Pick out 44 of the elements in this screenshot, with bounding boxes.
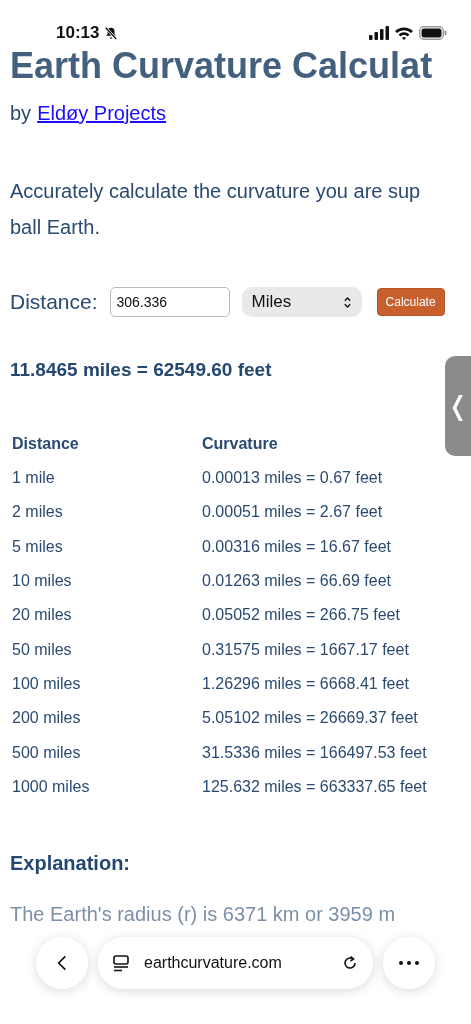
page-title: Earth Curvature Calculat	[10, 44, 433, 88]
table-cell-text: 1.26296 miles = 6668.41 feet	[201, 673, 410, 694]
explanation-text: The Earth's radius (r) is 6371 km or 3959 m	[10, 902, 397, 926]
table-cell-text: 0.00013 miles = 0.67 feet	[201, 468, 384, 489]
more-icon	[399, 961, 419, 965]
section-heading: Explanation:	[10, 851, 131, 875]
address-bar[interactable]: earthcurvature.com	[98, 937, 373, 989]
table-cell-text: 200 miles	[11, 708, 82, 729]
chevron-icon	[342, 295, 352, 309]
table-cell-text: 20 miles	[11, 605, 73, 626]
url-text: earthcurvature.com	[144, 954, 283, 972]
author-link[interactable]: Eldøy Projects	[37, 102, 167, 125]
table-cell-text: 0.00316 miles = 16.67 feet	[201, 536, 393, 557]
wifi-icon	[394, 26, 414, 40]
table-cell-text: 2 miles	[11, 502, 64, 523]
reload-icon[interactable]	[341, 954, 359, 972]
table-cell-text: 100 miles	[11, 673, 82, 694]
distance-label: Distance:	[10, 290, 98, 314]
distance-field[interactable]: 306.336	[109, 287, 230, 317]
page-menu-icon[interactable]	[112, 954, 130, 972]
column-header: Distance	[11, 434, 80, 454]
calculate-button[interactable]: Calculate	[376, 288, 445, 316]
result-text: 11.8465 miles = 62549.60 feet	[10, 359, 273, 381]
table-cell-text: 0.31575 miles = 1667.17 feet	[201, 639, 410, 660]
column-header: Curvature	[201, 434, 279, 454]
table-cell-text: 500 miles	[11, 742, 82, 763]
table-cell-text: 0.00051 miles = 2.67 feet	[201, 502, 384, 523]
table-cell-text: 5 miles	[11, 536, 64, 557]
table-cell-text: 50 miles	[11, 639, 73, 660]
table-cell-text: 1000 miles	[11, 776, 91, 797]
signal-icon	[369, 26, 389, 40]
table-cell-text: 1 mile	[11, 468, 56, 489]
unit-dropdown[interactable]: Miles	[241, 287, 362, 317]
table-cell-text: 31.5336 miles = 166497.53 feet	[201, 742, 427, 763]
table-cell-text: 125.632 miles = 663337.65 feet	[201, 776, 427, 797]
table-cell-text: 0.01263 miles = 66.69 feet	[201, 571, 393, 592]
status-time: 10:13	[56, 23, 100, 43]
battery-icon	[419, 26, 447, 40]
table-cell-text: 10 miles	[11, 571, 73, 592]
intro-text: ball Earth.	[10, 215, 102, 240]
byline-text: by	[10, 102, 32, 125]
table-cell-text: 0.05052 miles = 266.75 feet	[201, 605, 401, 626]
intro-text: Accurately calculate the curvature you are sup	[10, 179, 422, 204]
table-cell-text: 5.05102 miles = 26669.37 feet	[201, 708, 419, 729]
